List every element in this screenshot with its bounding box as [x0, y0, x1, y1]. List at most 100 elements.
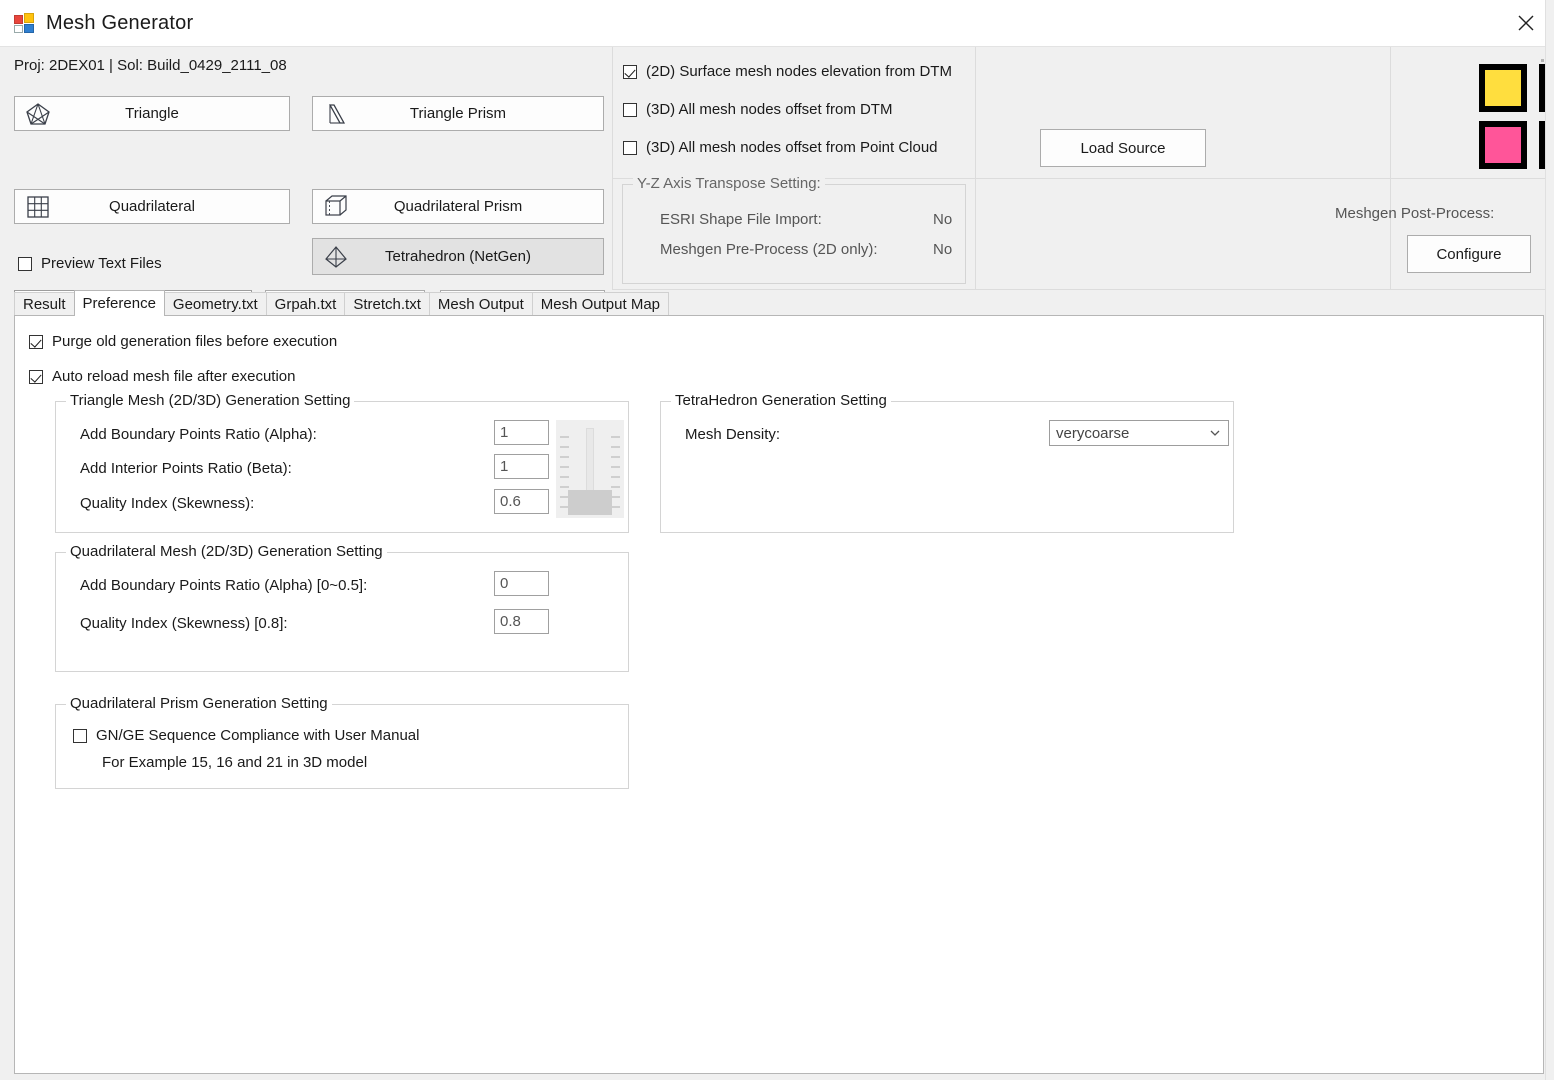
quadrilateral-mesh-caption: Quadrilateral Mesh (2D/3D) Generation Se…: [66, 543, 387, 560]
quad-alpha-input[interactable]: 0: [494, 571, 549, 596]
tri-quality-label: Quality Index (Skewness):: [80, 495, 255, 512]
checkbox-3d-offset-dtm[interactable]: (3D) All mesh nodes offset from DTM: [623, 101, 892, 118]
project-info: Proj: 2DEX01 | Sol: Build_0429_2111_08: [14, 57, 287, 74]
quad-grid-icon: [25, 194, 51, 220]
preview-text-files-label: Preview Text Files: [41, 255, 162, 272]
mesh-button-label: Quadrilateral Prism: [393, 198, 523, 215]
auto-reload-label: Auto reload mesh file after execution: [52, 368, 296, 385]
tri-alpha-label: Add Boundary Points Ratio (Alpha):: [80, 426, 317, 443]
app-tiles-icon: [14, 13, 34, 33]
window-title: Mesh Generator: [46, 11, 194, 34]
purge-old-files-checkbox[interactable]: Purge old generation files before execut…: [29, 333, 337, 350]
preview-text-files-checkbox[interactable]: Preview Text Files: [18, 255, 162, 272]
esri-import-value: No: [933, 211, 953, 228]
yz-transpose-caption: Y-Z Axis Transpose Setting:: [633, 175, 825, 192]
tab-label: Preference: [82, 295, 156, 312]
tab-mesh-output-map[interactable]: Mesh Output Map: [531, 292, 670, 316]
mesh-button-label: Triangle Prism: [409, 105, 507, 122]
checkbox-3d-offset-point-cloud[interactable]: (3D) All mesh nodes offset from Point Cl…: [623, 139, 938, 156]
yz-transpose-group: Y-Z Axis Transpose Setting: ESRI Shape F…: [622, 175, 966, 284]
mesh-type-panel: Proj: 2DEX01 | Sol: Build_0429_2111_08 T…: [0, 47, 612, 326]
tab-strip: Result Preference Geometry.txt Grpah.txt…: [14, 290, 1544, 316]
gnge-sequence-note: For Example 15, 16 and 21 in 3D model: [102, 754, 368, 771]
checkbox-label: (3D) All mesh nodes offset from Point Cl…: [646, 139, 938, 156]
tab-label: Geometry.txt: [172, 296, 258, 313]
post-process-panel: Meshgen Post-Process: Configure: [1335, 47, 1554, 290]
gnge-sequence-label: GN/GE Sequence Compliance with User Manu…: [96, 727, 420, 744]
gnge-sequence-checkbox[interactable]: GN/GE Sequence Compliance with User Manu…: [73, 727, 419, 744]
mesh-density-combo[interactable]: verycoarse: [1049, 420, 1229, 446]
quad-alpha-value: 0: [500, 575, 509, 592]
tri-beta-input[interactable]: 1: [494, 454, 549, 479]
slider-thumb[interactable]: [568, 490, 612, 515]
checkbox-box: [29, 369, 43, 384]
quality-slider[interactable]: [556, 420, 624, 518]
title-bar: Mesh Generator: [0, 0, 1554, 46]
mesh-button-quadrilateral-prism[interactable]: Quadrilateral Prism: [312, 189, 604, 224]
mesh-button-triangle[interactable]: Triangle: [14, 96, 290, 131]
mesh-button-label: Triangle: [125, 105, 179, 122]
load-source-button[interactable]: Load Source: [1040, 129, 1206, 167]
tab-preference[interactable]: Preference: [73, 290, 165, 316]
chevron-down-icon: [1208, 426, 1222, 440]
window-right-edge: [1545, 0, 1554, 1080]
checkbox-box: [18, 256, 32, 271]
mesh-button-quadrilateral[interactable]: Quadrilateral: [14, 189, 290, 224]
elevation-panel: (2D) Surface mesh nodes elevation from D…: [612, 47, 975, 290]
quadrilateral-mesh-group: Quadrilateral Mesh (2D/3D) Generation Se…: [55, 543, 629, 672]
tab-geometry-txt[interactable]: Geometry.txt: [163, 292, 267, 316]
color-swatch-group: [1479, 64, 1554, 169]
mesh-density-value: verycoarse: [1056, 424, 1130, 442]
checkbox-2d-surface-elevation[interactable]: (2D) Surface mesh nodes elevation from D…: [623, 63, 952, 80]
quad-quality-label: Quality Index (Skewness) [0.8]:: [80, 615, 288, 632]
tab-mesh-output[interactable]: Mesh Output: [428, 292, 533, 316]
mesh-button-label: Quadrilateral: [109, 198, 195, 215]
quadrilateral-prism-group: Quadrilateral Prism Generation Setting G…: [55, 695, 629, 789]
configure-button-label: Configure: [1436, 245, 1502, 263]
quad-prism-icon: [323, 194, 349, 220]
tab-label: Mesh Output: [437, 296, 524, 313]
tri-beta-value: 1: [500, 458, 509, 475]
mesh-button-label: Tetrahedron (NetGen): [385, 248, 531, 265]
checkbox-box: [623, 140, 637, 155]
checkbox-box: [623, 64, 637, 79]
tab-stretch-txt[interactable]: Stretch.txt: [344, 292, 430, 316]
mesh-density-label: Mesh Density:: [685, 426, 781, 443]
triangle-prism-icon: [323, 101, 349, 127]
quad-alpha-label: Add Boundary Points Ratio (Alpha) [0~0.5…: [80, 577, 368, 594]
checkbox-box: [73, 728, 87, 743]
mesh-generator-window: Mesh Generator Proj: 2DEX01 | Sol: Build…: [0, 0, 1554, 1080]
tri-alpha-value: 1: [500, 424, 509, 441]
tri-beta-label: Add Interior Points Ratio (Beta):: [80, 460, 292, 477]
meshgen-preprocess-value: No: [933, 241, 953, 258]
quadrilateral-prism-caption: Quadrilateral Prism Generation Setting: [66, 695, 332, 712]
tetrahedron-group: TetraHedron Generation Setting Mesh Dens…: [660, 392, 1234, 533]
close-icon: [1518, 15, 1534, 31]
tab-label: Mesh Output Map: [540, 296, 661, 313]
tri-quality-input[interactable]: 0.6: [494, 489, 549, 514]
preference-page: Purge old generation files before execut…: [14, 315, 1544, 1074]
color-swatch-pink[interactable]: [1479, 121, 1527, 169]
mesh-button-triangle-prism[interactable]: Triangle Prism: [312, 96, 604, 131]
meshgen-preprocess-label: Meshgen Pre-Process (2D only):: [660, 241, 878, 258]
load-source-panel: Load Source: [975, 47, 1390, 290]
load-source-button-label: Load Source: [1080, 139, 1166, 157]
post-process-caption: Meshgen Post-Process:: [1335, 205, 1495, 222]
color-swatch-yellow[interactable]: [1479, 64, 1527, 112]
auto-reload-checkbox[interactable]: Auto reload mesh file after execution: [29, 368, 295, 385]
quad-quality-value: 0.8: [500, 613, 521, 630]
triangle-mesh-group: Triangle Mesh (2D/3D) Generation Setting…: [55, 392, 629, 533]
quad-quality-input[interactable]: 0.8: [494, 609, 549, 634]
header-band: Proj: 2DEX01 | Sol: Build_0429_2111_08 T…: [0, 46, 1554, 326]
tab-result[interactable]: Result: [14, 292, 75, 316]
checkbox-box: [623, 102, 637, 117]
purge-old-files-label: Purge old generation files before execut…: [52, 333, 338, 350]
configure-button[interactable]: Configure: [1407, 235, 1531, 273]
checkbox-label: (3D) All mesh nodes offset from DTM: [646, 101, 893, 118]
checkbox-label: (2D) Surface mesh nodes elevation from D…: [646, 63, 952, 80]
mesh-button-tetrahedron[interactable]: Tetrahedron (NetGen): [312, 238, 604, 275]
tab-label: Grpah.txt: [274, 296, 337, 313]
tri-alpha-input[interactable]: 1: [494, 420, 549, 445]
tetrahedron-caption: TetraHedron Generation Setting: [671, 392, 891, 409]
tab-grpah-txt[interactable]: Grpah.txt: [265, 292, 346, 316]
